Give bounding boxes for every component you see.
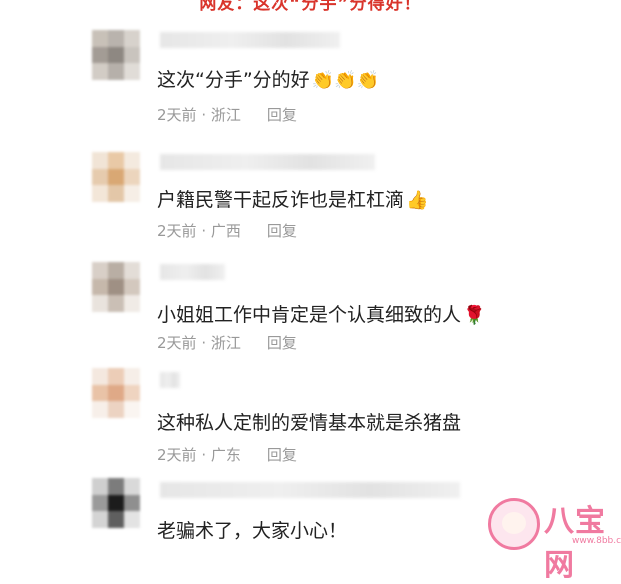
watermark-logo: 八宝网 www.8bb.com [488,496,621,583]
reply-button[interactable]: 回复 [267,106,297,124]
avatar[interactable] [92,30,140,80]
comment-location: 广东 [210,446,241,464]
avatar[interactable] [92,478,140,528]
comment-body: 老骗术了，大家小心！ [157,520,348,542]
username-blurred[interactable] [160,32,340,48]
comment-text: 户籍民警干起反诈也是杠杠滴 👍 [157,185,428,212]
comment-text: 这种私人定制的爱情基本就是杀猪盘 [157,408,461,435]
comment-meta: 2天前 · 浙江 回复 [157,106,297,124]
comment-text: 小姐姐工作中肯定是个认真细致的人 🌹 [157,300,485,327]
reply-button[interactable]: 回复 [267,446,297,464]
comment-time: 2天前 [157,334,197,352]
comment-meta: 2天前 · 浙江 回复 [157,334,297,352]
comment-meta: 2天前 · 广东 回复 [157,446,297,464]
username-blurred[interactable] [160,154,375,170]
comment-time: 2天前 [157,106,197,124]
username-blurred[interactable] [160,372,180,388]
mascot-icon [488,498,540,550]
reply-button[interactable]: 回复 [267,334,297,352]
comment-body: 这种私人定制的爱情基本就是杀猪盘 [157,412,462,434]
rose-emoji-icon: 🌹 [463,305,486,326]
username-blurred[interactable] [160,482,460,498]
page-title: 网友：这次“分手”分得好！ [199,0,422,14]
comment-meta: 2天前 · 广西 回复 [157,222,297,240]
username-blurred[interactable] [160,264,225,280]
comment-location: 浙江 [210,106,241,124]
avatar[interactable] [92,262,140,312]
comment-text: 老骗术了，大家小心！ [157,516,347,543]
comment-body: 户籍民警干起反诈也是杠杠滴 [157,189,405,211]
comment-location: 浙江 [210,334,241,352]
comment-body: 这次“分手”分的好 [157,69,310,91]
comment-location: 广西 [210,222,241,240]
avatar[interactable] [92,152,140,202]
clap-emoji-icon: 👏👏👏 [311,70,379,91]
avatar[interactable] [92,368,140,418]
watermark-url: www.8bb.com [572,536,621,546]
comment-text: 这次“分手”分的好 👏👏👏 [157,65,379,92]
thumbs-up-emoji-icon: 👍 [406,190,429,211]
comment-time: 2天前 [157,446,197,464]
comment-time: 2天前 [157,222,197,240]
reply-button[interactable]: 回复 [267,222,297,240]
comment-body: 小姐姐工作中肯定是个认真细致的人 [157,304,462,326]
